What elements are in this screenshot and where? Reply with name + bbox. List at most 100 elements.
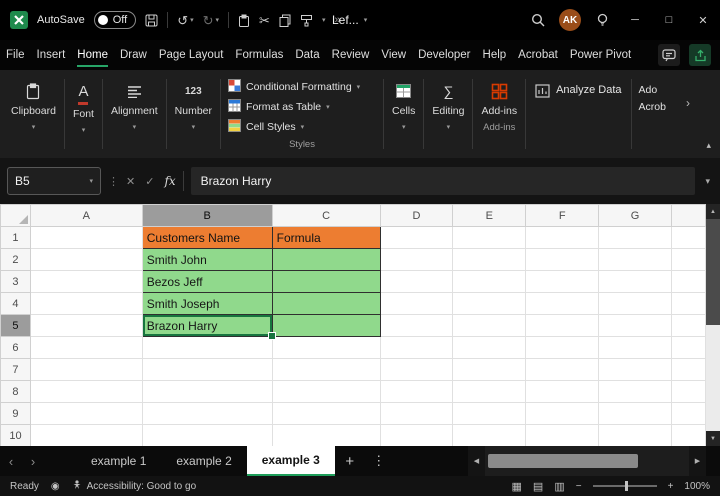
cell[interactable] xyxy=(526,227,599,249)
document-title[interactable]: Lef... ▾ xyxy=(332,0,367,40)
cell[interactable] xyxy=(526,315,599,337)
cell[interactable] xyxy=(599,381,672,403)
view-normal-icon[interactable]: ▦ xyxy=(512,480,522,493)
ribbon-group-addins[interactable]: Add-ins Add-ins xyxy=(474,70,524,158)
row-header-2[interactable]: 2 xyxy=(1,249,31,271)
scroll-right-icon[interactable]: ▶ xyxy=(689,446,706,476)
scroll-left-icon[interactable]: ◀ xyxy=(468,446,485,476)
maximize-button[interactable]: □ xyxy=(652,0,686,40)
comments-icon[interactable] xyxy=(658,44,680,66)
cell[interactable] xyxy=(671,381,705,403)
format-as-table-button[interactable]: Format as Table ▾ xyxy=(228,97,376,117)
horizontal-scrollbar-track[interactable] xyxy=(485,446,689,476)
zoom-level[interactable]: 100% xyxy=(684,481,710,492)
ribbon-group-clipboard[interactable]: Clipboard ▾ xyxy=(4,70,63,158)
cell[interactable] xyxy=(453,359,526,381)
cell[interactable] xyxy=(671,425,705,447)
cell[interactable] xyxy=(453,315,526,337)
ribbon-group-font[interactable]: A Font ▾ xyxy=(66,70,101,158)
cell[interactable] xyxy=(453,425,526,447)
format-painter-button[interactable] xyxy=(300,14,313,27)
cell[interactable] xyxy=(380,425,453,447)
row-header-10[interactable]: 10 xyxy=(1,425,31,447)
cell[interactable] xyxy=(599,293,672,315)
col-header-f[interactable]: F xyxy=(526,205,599,227)
sheet-tab-example-2[interactable]: example 2 xyxy=(161,446,246,476)
cell-c4[interactable] xyxy=(272,293,380,315)
cell[interactable] xyxy=(142,403,272,425)
cell[interactable] xyxy=(380,249,453,271)
row-header-7[interactable]: 7 xyxy=(1,359,31,381)
cell[interactable] xyxy=(380,293,453,315)
cell[interactable] xyxy=(671,359,705,381)
cell[interactable] xyxy=(30,337,142,359)
cell[interactable] xyxy=(380,403,453,425)
cell[interactable] xyxy=(30,315,142,337)
cell[interactable] xyxy=(671,337,705,359)
copy-button[interactable] xyxy=(279,14,291,27)
cell[interactable] xyxy=(272,425,380,447)
scroll-down-icon[interactable]: ▼ xyxy=(706,431,720,446)
vertical-scrollbar-track[interactable] xyxy=(706,325,720,431)
cell[interactable] xyxy=(599,425,672,447)
ribbon-group-alignment[interactable]: Alignment ▾ xyxy=(104,70,165,158)
tab-formulas[interactable]: Formulas xyxy=(229,40,289,70)
cell[interactable] xyxy=(142,359,272,381)
ribbon-group-acrobat[interactable]: Ado Acrob xyxy=(633,70,677,158)
account-button[interactable]: AK xyxy=(554,0,586,40)
tab-file[interactable]: File xyxy=(0,40,31,70)
cell[interactable] xyxy=(30,293,142,315)
insert-function-button[interactable]: fx xyxy=(164,174,175,188)
tab-page-layout[interactable]: Page Layout xyxy=(153,40,230,70)
row-header-6[interactable]: 6 xyxy=(1,337,31,359)
paste-button[interactable] xyxy=(238,14,250,27)
cell[interactable] xyxy=(671,249,705,271)
cell[interactable] xyxy=(272,359,380,381)
undo-button[interactable]: ↺▾ xyxy=(177,14,193,27)
col-header-g[interactable]: G xyxy=(599,205,672,227)
sheet-tab-example-3[interactable]: example 3 xyxy=(247,446,335,476)
tab-power-pivot[interactable]: Power Pivot xyxy=(564,40,637,70)
name-box[interactable]: B5 ▾ xyxy=(7,167,101,195)
add-sheet-button[interactable]: + xyxy=(335,446,365,476)
row-header-9[interactable]: 9 xyxy=(1,403,31,425)
cell[interactable] xyxy=(142,425,272,447)
collapse-ribbon-button[interactable]: ▴ xyxy=(706,140,711,151)
col-header-d[interactable]: D xyxy=(380,205,453,227)
vertical-scrollbar-thumb[interactable] xyxy=(706,219,720,325)
cell[interactable] xyxy=(599,403,672,425)
next-sheet-button[interactable]: › xyxy=(22,446,44,476)
cell[interactable] xyxy=(453,271,526,293)
cell-c5[interactable] xyxy=(272,315,380,337)
view-page-layout-icon[interactable]: ▤ xyxy=(533,480,543,493)
share-icon[interactable] xyxy=(689,44,711,66)
tab-data[interactable]: Data xyxy=(289,40,325,70)
cell[interactable] xyxy=(526,271,599,293)
tab-view[interactable]: View xyxy=(375,40,412,70)
ribbon-overflow-button[interactable]: › xyxy=(686,96,690,110)
qat-dropdown-button[interactable]: ▾ xyxy=(322,16,326,24)
cell[interactable] xyxy=(453,249,526,271)
accessibility-status[interactable]: Accessibility: Good to go xyxy=(72,480,197,493)
row-header-5[interactable]: 5 xyxy=(1,315,31,337)
cell[interactable] xyxy=(380,381,453,403)
cell[interactable] xyxy=(599,359,672,381)
horizontal-scrollbar[interactable]: ◀ ▶ xyxy=(468,446,720,476)
cell[interactable] xyxy=(599,271,672,293)
sheet-options-button[interactable]: ⋮ xyxy=(365,446,393,476)
cell[interactable] xyxy=(142,337,272,359)
ribbon-group-editing[interactable]: ∑ Editing ▾ xyxy=(425,70,471,158)
expand-formula-bar-button[interactable]: ▾ xyxy=(702,176,713,187)
cell[interactable] xyxy=(526,249,599,271)
confirm-entry-button[interactable]: ✓ xyxy=(145,175,154,188)
select-all-corner[interactable] xyxy=(1,205,31,227)
cell[interactable] xyxy=(453,403,526,425)
tab-home[interactable]: Home xyxy=(71,40,114,70)
scroll-up-icon[interactable]: ▲ xyxy=(706,204,720,219)
cell[interactable] xyxy=(453,293,526,315)
cell[interactable] xyxy=(671,293,705,315)
cell-b4[interactable]: Smith Joseph xyxy=(142,293,272,315)
cell[interactable] xyxy=(453,227,526,249)
save-button[interactable] xyxy=(145,14,158,27)
ribbon-group-number[interactable]: 123 Number ▾ xyxy=(168,70,219,158)
